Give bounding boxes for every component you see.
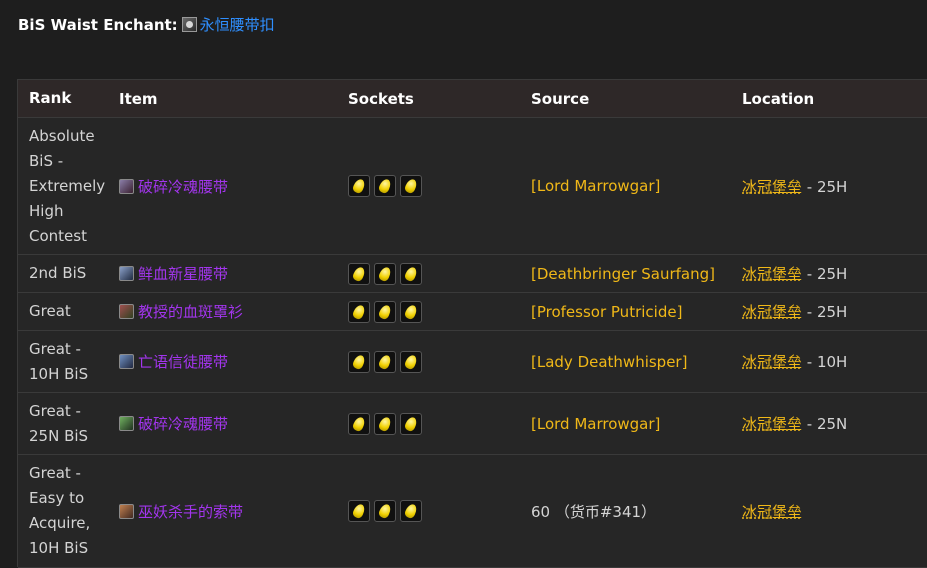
location-cell: 冰冠堡垒 - 25H [742, 301, 927, 322]
rank-cell: Great - Easy to Acquire, 10H BiS [29, 464, 91, 557]
difficulty: - 10H [802, 353, 848, 371]
yellow-gem-socket-icon [374, 500, 396, 522]
rank-cell: Great - 10H BiS [29, 339, 89, 383]
rank-cell: Great [29, 302, 71, 320]
item-icon [119, 503, 134, 519]
source-cell: 60 （货币#341） [531, 501, 742, 522]
yellow-gem-socket-icon [374, 262, 396, 285]
header-sockets: Sockets [348, 89, 414, 108]
belt-buckle-icon [181, 17, 197, 32]
table-row: Absolute BiS - Extremely High Contest 破碎… [18, 118, 927, 255]
location-cell: 冰冠堡垒 - 25N [742, 413, 927, 434]
table-row: Great - Easy to Acquire, 10H BiS 巫妖杀手的索带… [18, 455, 927, 568]
item-link[interactable]: 鲜血新星腰带 [138, 263, 228, 284]
item-icon [119, 416, 134, 431]
item-link[interactable]: 教授的血斑罩衫 [138, 301, 243, 322]
location-link[interactable]: 冰冠堡垒 [742, 415, 802, 433]
yellow-gem-socket-icon [348, 300, 370, 323]
item-link[interactable]: 巫妖杀手的索带 [138, 501, 243, 522]
yellow-gem-socket-icon [348, 175, 370, 197]
item-cell: 鲜血新星腰带 [119, 263, 348, 284]
enchant-label: BiS Waist Enchant [18, 15, 172, 34]
yellow-gem-socket-icon [374, 350, 396, 373]
header-location: Location [742, 89, 815, 108]
yellow-gem-socket-icon [374, 300, 396, 323]
yellow-gem-socket-icon [374, 412, 396, 435]
yellow-gem-socket-icon [348, 412, 370, 435]
source-link[interactable]: [Lady Deathwhisper] [531, 353, 687, 371]
enchant-colon: : [171, 15, 178, 34]
source-link[interactable]: [Lord Marrowgar] [531, 177, 660, 195]
enchant-link[interactable]: 永恒腰带扣 [200, 14, 275, 35]
bis-waist-enchant: BiS Waist Enchant: 永恒腰带扣 [18, 14, 275, 35]
location-link[interactable]: 冰冠堡垒 [742, 353, 802, 371]
table-row: Great 教授的血斑罩衫 [Professor Putricide] 冰冠堡垒… [18, 293, 927, 331]
yellow-gem-socket-icon [400, 300, 422, 323]
sockets-cell [348, 175, 531, 197]
yellow-gem-socket-icon [348, 350, 370, 373]
item-icon [119, 178, 134, 194]
table-row: Great - 10H BiS 亡语信徒腰带 [Lady Deathwhispe… [18, 331, 927, 393]
item-link[interactable]: 破碎冷魂腰带 [138, 176, 228, 197]
yellow-gem-socket-icon [400, 262, 422, 285]
yellow-gem-socket-icon [348, 500, 370, 522]
sockets-cell [348, 412, 531, 435]
table-header: Rank Item Sockets Source Location [18, 80, 927, 118]
difficulty: - 25H [802, 303, 848, 321]
item-cell: 亡语信徒腰带 [119, 351, 348, 372]
source-cell: [Lady Deathwhisper] [531, 353, 742, 371]
yellow-gem-socket-icon [400, 500, 422, 522]
item-cell: 巫妖杀手的索带 [119, 501, 348, 522]
location-cell: 冰冠堡垒 [742, 501, 927, 522]
location-link[interactable]: 冰冠堡垒 [742, 303, 802, 321]
source-link[interactable]: [Lord Marrowgar] [531, 415, 660, 433]
location-link[interactable]: 冰冠堡垒 [742, 178, 802, 196]
location-cell: 冰冠堡垒 - 10H [742, 351, 927, 372]
sockets-cell [348, 262, 531, 285]
yellow-gem-socket-icon [400, 412, 422, 435]
item-cell: 破碎冷魂腰带 [119, 176, 348, 197]
item-link[interactable]: 破碎冷魂腰带 [138, 413, 228, 434]
item-link[interactable]: 亡语信徒腰带 [138, 351, 228, 372]
source-cell: [Lord Marrowgar] [531, 177, 742, 195]
item-icon [119, 266, 134, 281]
source-cell: [Lord Marrowgar] [531, 415, 742, 433]
table-row: Great - 25N BiS 破碎冷魂腰带 [Lord Marrowgar] … [18, 393, 927, 455]
item-icon [119, 354, 134, 369]
source-text: 60 （货币#341） [531, 502, 657, 521]
header-source: Source [531, 89, 590, 108]
sockets-cell [348, 300, 531, 323]
header-item: Item [119, 89, 158, 108]
rank-cell: Absolute BiS - Extremely High Contest [29, 126, 106, 245]
location-link[interactable]: 冰冠堡垒 [742, 265, 802, 283]
difficulty: - 25H [802, 265, 848, 283]
sockets-cell [348, 350, 531, 373]
yellow-gem-socket-icon [374, 175, 396, 197]
yellow-gem-socket-icon [400, 350, 422, 373]
bis-table: Rank Item Sockets Source Location Absolu… [17, 79, 927, 568]
location-cell: 冰冠堡垒 - 25H [742, 263, 927, 284]
source-link[interactable]: [Deathbringer Saurfang] [531, 265, 715, 283]
location-cell: 冰冠堡垒 - 25H [742, 176, 927, 197]
source-cell: [Deathbringer Saurfang] [531, 265, 742, 283]
item-cell: 教授的血斑罩衫 [119, 301, 348, 322]
difficulty: - 25H [802, 177, 848, 196]
table-row: 2nd BiS 鲜血新星腰带 [Deathbringer Saurfang] 冰… [18, 255, 927, 293]
item-cell: 破碎冷魂腰带 [119, 413, 348, 434]
item-icon [119, 304, 134, 319]
difficulty: - 25N [802, 415, 848, 433]
yellow-gem-socket-icon [348, 262, 370, 285]
location-link[interactable]: 冰冠堡垒 [742, 503, 802, 521]
rank-cell: 2nd BiS [29, 264, 87, 282]
header-rank: Rank [29, 89, 72, 107]
source-cell: [Professor Putricide] [531, 303, 742, 321]
source-link[interactable]: [Professor Putricide] [531, 303, 682, 321]
rank-cell: Great - 25N BiS [29, 401, 89, 445]
sockets-cell [348, 500, 531, 522]
yellow-gem-socket-icon [400, 175, 422, 197]
